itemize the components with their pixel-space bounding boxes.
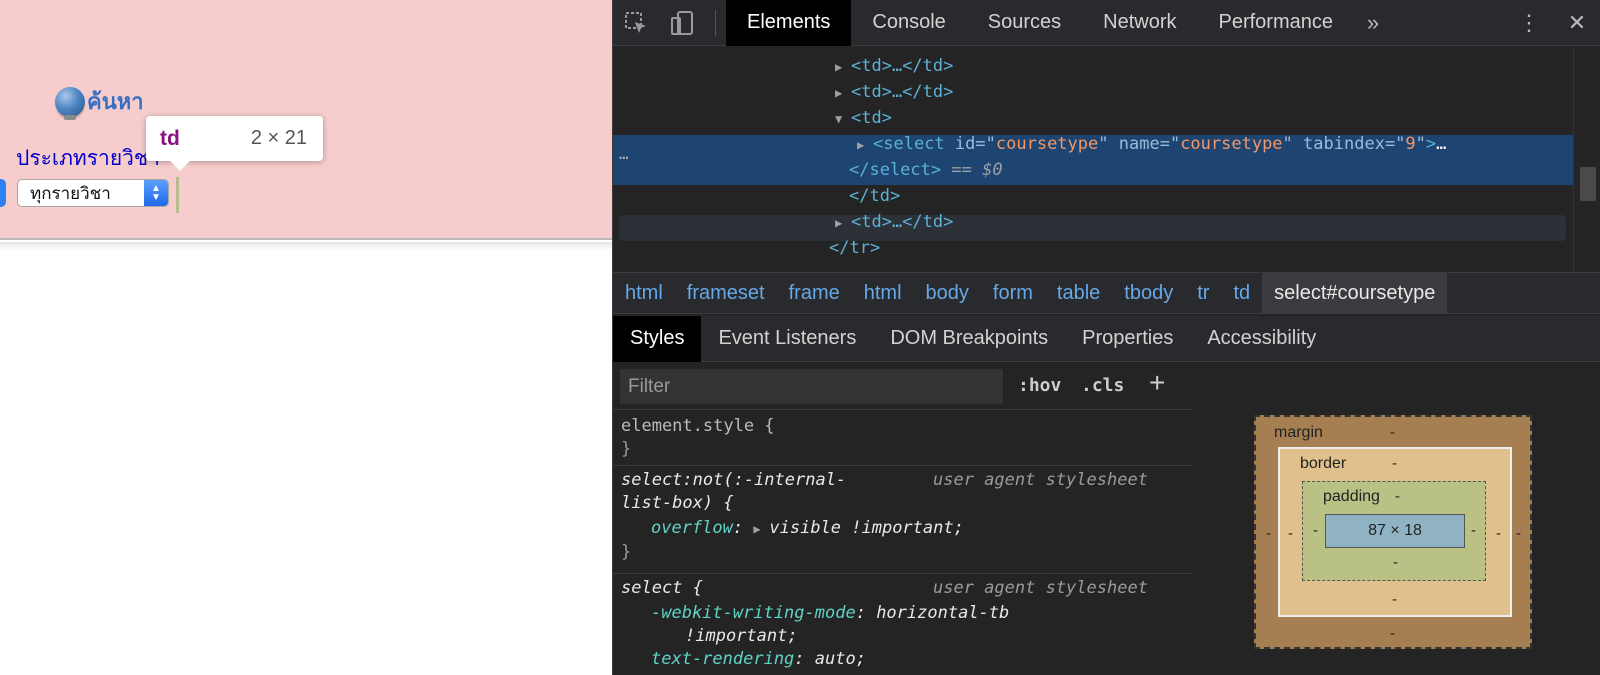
dom-scrollbar-thumb[interactable] <box>1580 167 1596 201</box>
box-model-padding[interactable]: padding - - - - 87 × 18 <box>1302 481 1486 581</box>
css-property[interactable]: text-rendering <box>651 649 794 669</box>
devtools-tabbar: Elements Console Sources Network Perform… <box>613 0 1600 46</box>
box-model-margin[interactable]: margin - - - - border - - - - padding - … <box>1254 415 1532 649</box>
tab-performance[interactable]: Performance <box>1198 0 1355 46</box>
more-tabs-icon[interactable]: » <box>1354 0 1392 46</box>
tab-styles[interactable]: Styles <box>613 315 702 362</box>
expand-triangle-icon[interactable]: ▶ <box>753 518 769 541</box>
node-actions-icon[interactable]: … <box>619 144 629 163</box>
search-link-text: ค้นหา <box>87 89 144 115</box>
expand-triangle-icon[interactable]: ▶ <box>857 132 873 158</box>
tab-event-listeners[interactable]: Event Listeners <box>701 316 873 362</box>
tab-accessibility[interactable]: Accessibility <box>1190 316 1333 362</box>
kebab-menu-icon[interactable]: ⋮ <box>1505 0 1553 46</box>
breadcrumb-item[interactable]: td <box>1221 273 1262 313</box>
dom-node-td-open[interactable]: ▼ <td> <box>835 105 892 131</box>
cls-toggle[interactable]: .cls <box>1081 375 1124 396</box>
padding-label: padding <box>1323 488 1380 505</box>
breadcrumb-item[interactable]: table <box>1045 273 1112 313</box>
breadcrumb-item[interactable]: frameset <box>675 273 777 313</box>
frame-divider <box>0 242 612 250</box>
breadcrumb-item[interactable]: html <box>613 273 675 313</box>
css-source-link[interactable]: user agent stylesheet <box>933 578 1148 598</box>
tab-network[interactable]: Network <box>1082 0 1197 46</box>
border-label: border <box>1300 455 1347 472</box>
web-page: ค้นหา ประเภทรายวิชา ทุกรายวิชา ▲ ▼ td 2 ×… <box>0 0 612 675</box>
sidebar-tabs: Styles Event Listeners DOM Breakpoints P… <box>613 315 1600 362</box>
css-value[interactable]: visible !important; <box>769 518 963 538</box>
inspect-tooltip: td 2 × 21 <box>146 116 323 171</box>
breadcrumb-item[interactable]: frame <box>777 273 852 313</box>
box-model-pane: margin - - - - border - - - - padding - … <box>1220 363 1600 675</box>
css-value[interactable]: horizontal-tb <box>876 603 1009 623</box>
hovered-node-highlight <box>619 215 1566 241</box>
devtools-panel: Elements Console Sources Network Perform… <box>612 0 1600 675</box>
add-style-rule-icon[interactable]: + <box>1149 367 1165 399</box>
dom-scrollbar[interactable] <box>1573 47 1600 272</box>
adjacent-select-edge[interactable] <box>0 179 6 207</box>
screen: { "page": { "search_link": "ค้นหา", "cou… <box>0 0 1600 675</box>
css-rule-element-style: element.style { } <box>613 409 1191 471</box>
dom-node-select-close[interactable]: </select> == $0 <box>849 157 1003 183</box>
styles-toolbar: :hov .cls + <box>613 363 1191 409</box>
dom-node-tr-close[interactable]: </tr> <box>829 235 880 261</box>
course-type-select-value: ทุกรายวิชา <box>30 183 111 204</box>
course-type-select[interactable]: ทุกรายวิชา ▲ ▼ <box>17 179 169 207</box>
close-icon[interactable]: ✕ <box>1553 0 1600 46</box>
breadcrumb-item[interactable]: form <box>981 273 1045 313</box>
box-model-content[interactable]: 87 × 18 <box>1325 514 1465 548</box>
search-link[interactable]: ค้นหา <box>55 84 144 120</box>
css-rule-select: select { user agent stylesheet -webkit-w… <box>613 573 1191 675</box>
tab-console[interactable]: Console <box>851 0 966 46</box>
box-model-border[interactable]: border - - - - padding - - - - 87 × 18 <box>1278 447 1512 617</box>
breadcrumb-item-active[interactable]: select#coursetype <box>1262 273 1448 313</box>
breadcrumb-item[interactable]: tr <box>1185 273 1221 313</box>
select-arrows-icon: ▲ ▼ <box>144 180 168 206</box>
dom-node-td[interactable]: ▶ <td>…</td> <box>835 53 953 79</box>
margin-label: margin <box>1274 424 1323 441</box>
css-value[interactable]: auto; <box>815 649 866 669</box>
dom-node-td-close[interactable]: </td> <box>849 183 900 209</box>
css-rule-select-not: select:not(:-internal- user agent styles… <box>613 465 1191 575</box>
course-type-label: ประเภทรายวิชา <box>16 146 160 170</box>
dom-tree: … ▶ <td>…</td> ▶ <td>…</td> ▼ <td> ▶ <select… <box>613 47 1573 272</box>
styles-filter-input[interactable] <box>620 369 1003 404</box>
dom-node-td[interactable]: ▶ <td>…</td> <box>835 79 953 105</box>
dom-node-td[interactable]: ▶ <td>…</td> <box>835 209 953 235</box>
breadcrumb: html frameset frame html body form table… <box>613 272 1600 314</box>
breadcrumb-item[interactable]: html <box>852 273 914 313</box>
css-selector[interactable]: select { <box>621 578 703 598</box>
tooltip-tag: td <box>160 126 180 150</box>
collapse-triangle-icon[interactable]: ▼ <box>835 106 851 132</box>
css-selector[interactable]: element.style { <box>621 416 775 436</box>
css-selector[interactable]: select:not(:-internal- <box>621 470 846 490</box>
styles-pane: :hov .cls + element.style { } select:not… <box>613 363 1191 675</box>
tab-elements[interactable]: Elements <box>726 0 852 46</box>
breadcrumb-item[interactable]: body <box>914 273 981 313</box>
inspected-td-highlight <box>176 177 179 213</box>
tab-sources[interactable]: Sources <box>967 0 1082 46</box>
hov-toggle[interactable]: :hov <box>1018 375 1061 396</box>
tooltip-size: 2 × 21 <box>250 127 307 149</box>
breadcrumb-item[interactable]: tbody <box>1112 273 1185 313</box>
css-source-link[interactable]: user agent stylesheet <box>933 470 1148 490</box>
expand-triangle-icon[interactable]: ▶ <box>835 210 851 236</box>
inspect-element-icon[interactable] <box>613 0 659 46</box>
dom-node-select[interactable]: ▶ <select id="coursetype" name="coursetyp… <box>857 131 1446 157</box>
toolbar-separator <box>715 9 716 36</box>
device-toolbar-icon[interactable] <box>659 0 705 46</box>
expand-triangle-icon[interactable]: ▶ <box>835 54 851 80</box>
css-property[interactable]: -webkit-writing-mode <box>651 603 856 623</box>
tab-properties[interactable]: Properties <box>1065 316 1190 362</box>
expand-triangle-icon[interactable]: ▶ <box>835 80 851 106</box>
globe-icon <box>55 86 85 120</box>
tab-dom-breakpoints[interactable]: DOM Breakpoints <box>873 316 1065 362</box>
css-property[interactable]: overflow <box>651 518 733 538</box>
